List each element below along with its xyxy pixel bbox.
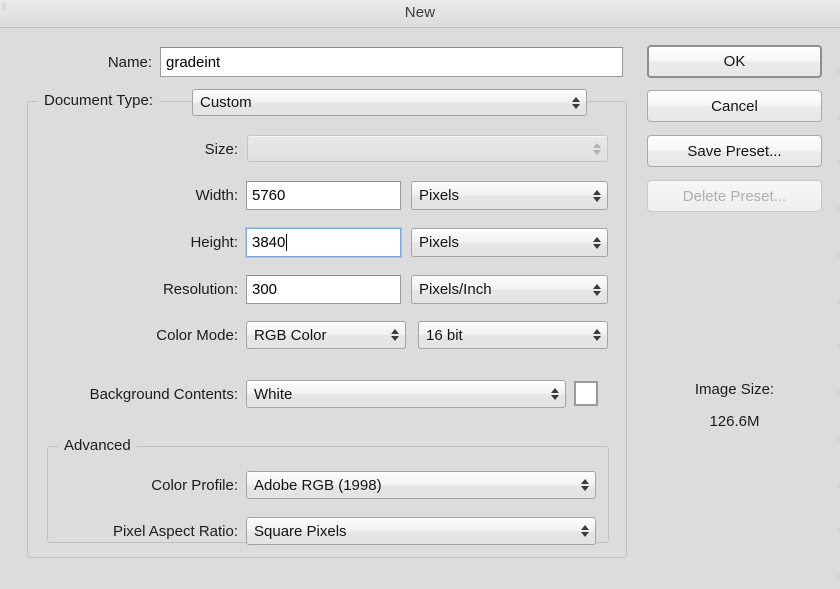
cancel-button[interactable]: Cancel — [647, 90, 822, 122]
name-input[interactable]: gradeint — [160, 47, 623, 77]
image-size-value: 126.6M — [647, 413, 822, 430]
height-unit-select[interactable]: Pixels — [411, 228, 608, 257]
color-depth-select[interactable]: 16 bit — [418, 321, 608, 349]
pixel-aspect-ratio-select[interactable]: Square Pixels — [246, 517, 596, 545]
color-profile-value: Adobe RGB (1998) — [254, 477, 382, 494]
chevron-updown-icon — [571, 94, 580, 112]
dialog-title: New — [0, 4, 840, 21]
pixel-aspect-ratio-value: Square Pixels — [254, 523, 347, 540]
delete-preset-button: Delete Preset... — [647, 180, 822, 212]
dialog-titlebar: New — [0, 0, 840, 28]
size-label: Size: — [60, 141, 238, 158]
background-contents-value: White — [254, 386, 292, 403]
chevron-updown-icon — [390, 326, 399, 344]
background-contents-label: Background Contents: — [22, 386, 238, 403]
height-input-value: 3840 — [252, 234, 285, 251]
document-type-label: Document Type: — [38, 92, 159, 109]
document-type-select[interactable]: Custom — [192, 89, 587, 116]
color-mode-label: Color Mode: — [60, 327, 238, 344]
width-label: Width: — [60, 187, 238, 204]
ok-button[interactable]: OK — [647, 45, 822, 78]
text-caret — [286, 234, 287, 251]
chevron-updown-icon — [592, 140, 601, 158]
background-contents-select[interactable]: White — [246, 380, 566, 408]
resolution-unit-value: Pixels/Inch — [419, 281, 492, 298]
resolution-input[interactable]: 300 — [246, 275, 401, 304]
resolution-label: Resolution: — [60, 281, 238, 298]
new-document-dialog: New Name: gradeint Document Type: Custom… — [0, 0, 840, 589]
color-profile-label: Color Profile: — [60, 477, 238, 494]
chevron-updown-icon — [580, 522, 589, 540]
width-input-value: 5760 — [252, 187, 285, 204]
chevron-updown-icon — [550, 385, 559, 403]
ok-button-label: OK — [724, 53, 746, 70]
save-preset-button-label: Save Preset... — [687, 143, 781, 160]
chevron-updown-icon — [592, 234, 601, 252]
width-input[interactable]: 5760 — [246, 181, 401, 210]
resolution-input-value: 300 — [252, 281, 277, 298]
chevron-updown-icon — [592, 187, 601, 205]
name-input-value: gradeint — [166, 54, 220, 71]
name-label: Name: — [0, 54, 152, 71]
background-color-swatch[interactable] — [574, 381, 598, 406]
chevron-updown-icon — [592, 326, 601, 344]
save-preset-button[interactable]: Save Preset... — [647, 135, 822, 167]
chevron-updown-icon — [580, 476, 589, 494]
height-unit-value: Pixels — [419, 234, 459, 251]
height-label: Height: — [60, 234, 238, 251]
width-unit-value: Pixels — [419, 187, 459, 204]
advanced-group-title: Advanced — [58, 437, 137, 454]
width-unit-select[interactable]: Pixels — [411, 181, 608, 210]
resolution-unit-select[interactable]: Pixels/Inch — [411, 275, 608, 304]
size-select — [247, 135, 608, 162]
delete-preset-button-label: Delete Preset... — [683, 188, 786, 205]
color-depth-value: 16 bit — [426, 327, 463, 344]
height-input[interactable]: 3840 — [246, 228, 401, 257]
cancel-button-label: Cancel — [711, 98, 758, 115]
color-profile-select[interactable]: Adobe RGB (1998) — [246, 471, 596, 499]
document-type-value: Custom — [200, 94, 252, 111]
pixel-aspect-ratio-label: Pixel Aspect Ratio: — [40, 523, 238, 540]
image-size-label: Image Size: — [647, 381, 822, 398]
chevron-updown-icon — [592, 281, 601, 299]
color-mode-select[interactable]: RGB Color — [246, 321, 406, 349]
color-mode-value: RGB Color — [254, 327, 327, 344]
